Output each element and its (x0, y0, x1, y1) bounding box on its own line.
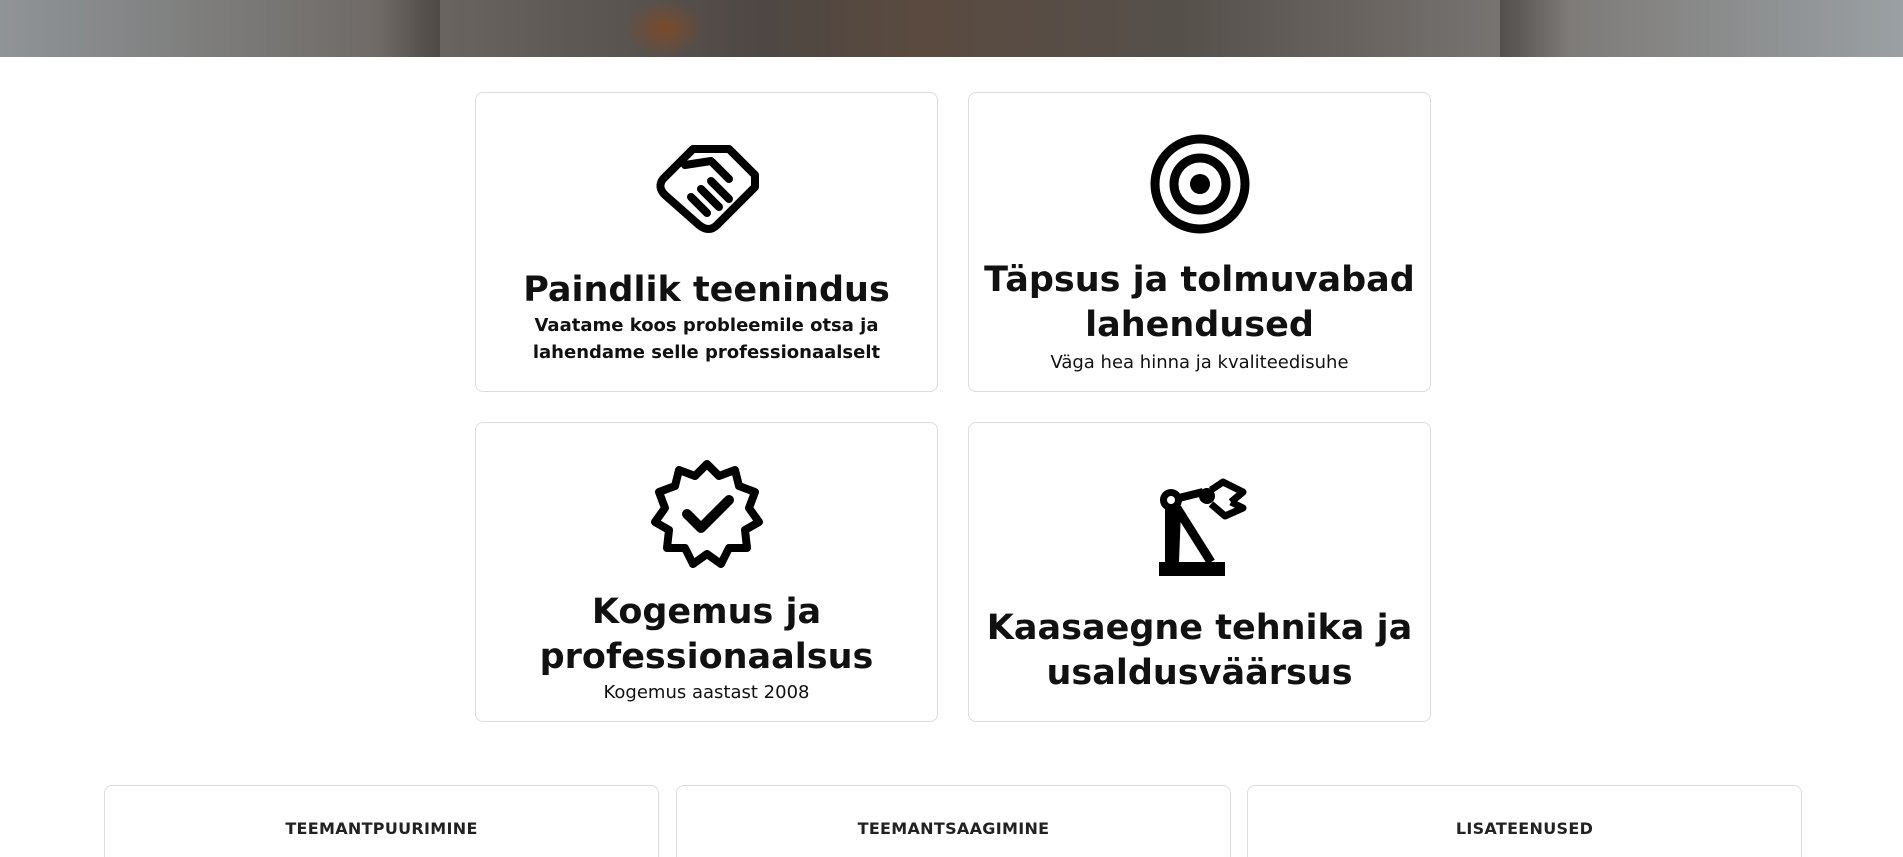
hero-image-rust-stain (625, 0, 705, 57)
robotic-arm-icon (1158, 478, 1246, 576)
feature-card-modern-equipment: Kaasaegne tehnika ja usaldusväärsus (968, 422, 1431, 722)
feature-title: Kaasaegne tehnika ja usaldusväärsus (986, 608, 1413, 693)
feature-card-flexible-service: Paindlik teenindus Vaatame koos probleem… (475, 92, 938, 392)
service-card-additional-services[interactable]: LISATEENUSED (1247, 785, 1802, 857)
hero-image (0, 0, 1903, 57)
service-label[interactable]: LISATEENUSED (1248, 819, 1801, 838)
feature-card-experience: Kogemus ja professionaalsus Kogemus aast… (475, 422, 938, 722)
feature-title: Kogemus ja professionaalsus (539, 592, 874, 677)
service-label[interactable]: TEEMANTSAAGIMINE (677, 819, 1230, 838)
feature-card-precision: Täpsus ja tolmuvabad lahendused Väga hea… (968, 92, 1431, 392)
service-label[interactable]: TEEMANTPUURIMINE (105, 819, 658, 838)
service-card-diamond-drilling[interactable]: TEEMANTPUURIMINE (104, 785, 659, 857)
hero-image-shade-left (380, 0, 440, 57)
feature-title: Paindlik teenindus (523, 270, 890, 310)
hero-image-shade-right (1500, 0, 1570, 57)
handshake-icon (655, 145, 759, 233)
feature-description: Väga hea hinna ja kvaliteedisuhe (1050, 352, 1349, 373)
feature-description: Vaatame koos probleemile otsa ja lahenda… (532, 315, 881, 363)
feature-title: Täpsus ja tolmuvabad lahendused (984, 260, 1415, 345)
service-card-diamond-sawing[interactable]: TEEMANTSAAGIMINE (676, 785, 1231, 857)
verified-badge-icon (650, 460, 763, 568)
target-icon (1150, 134, 1249, 234)
feature-description: Kogemus aastast 2008 (603, 682, 810, 703)
